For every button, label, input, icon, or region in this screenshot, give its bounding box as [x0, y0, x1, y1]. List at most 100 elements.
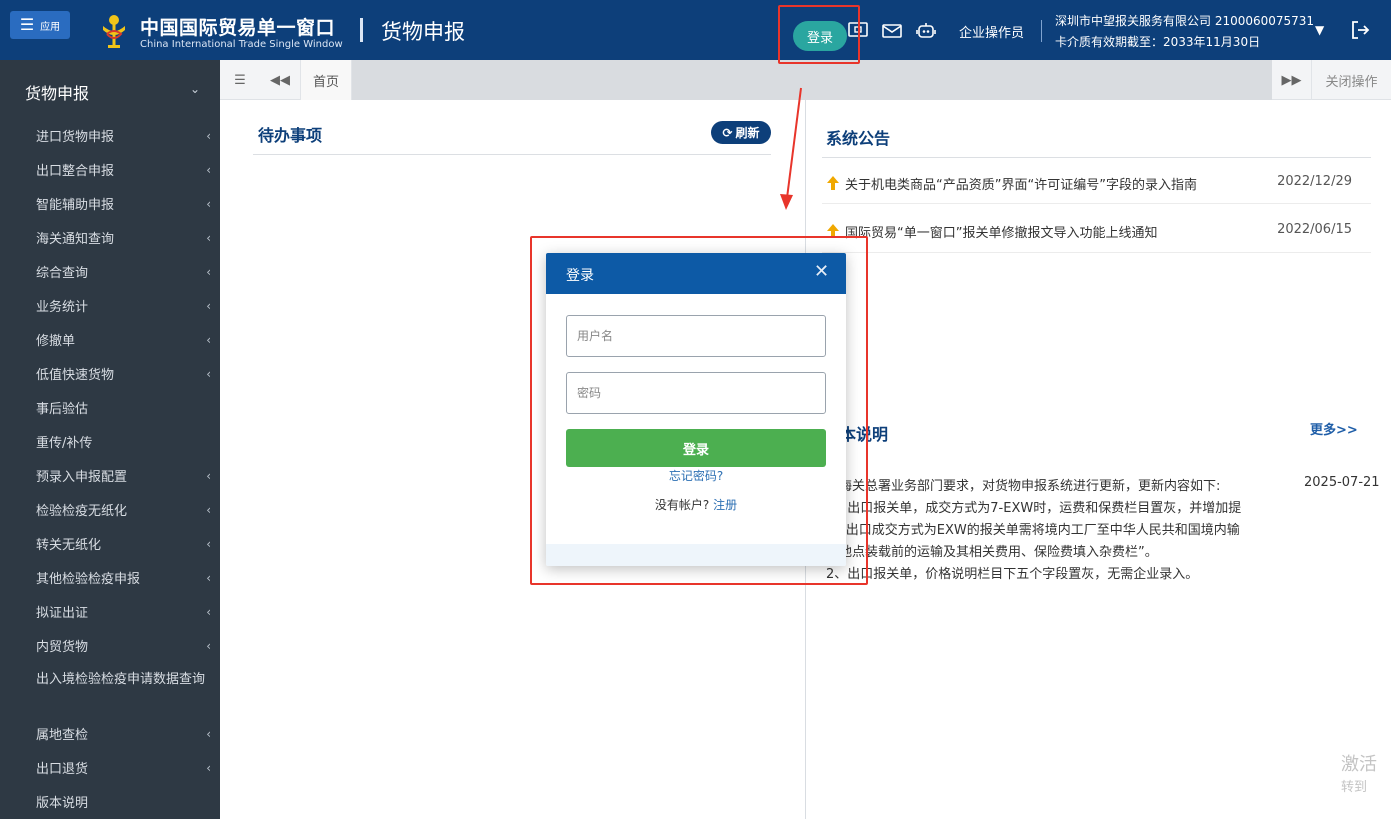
sidebar-item[interactable]: 综合查询 ‹ [36, 262, 211, 282]
notice-text: 关于机电类商品“产品资质”界面“许可证编号”字段的录入指南 [845, 178, 1197, 193]
version-line: 1、出口报关单，成交方式为7-EXW时，运费和保费栏目置灰，并增加提 [826, 501, 1242, 516]
notice-divider [822, 157, 1371, 158]
chevron-left-icon: ‹ [206, 638, 211, 653]
sidebar-item[interactable]: 出口整合申报 ‹ [36, 160, 211, 180]
highlight-box-login-button [778, 5, 860, 64]
app-menu-button[interactable]: ☰ 应用 [10, 11, 70, 39]
version-line: 据海关总署业务部门要求，对货物申报系统进行更新，更新内容如下: [826, 479, 1221, 494]
sidebar-title[interactable]: 货物申报 [25, 80, 89, 104]
sidebar-item-label: 出入境检验检疫申请数据查询 [36, 672, 206, 687]
menu-icon: ☰ [19, 15, 35, 34]
chevron-left-icon: ‹ [206, 366, 211, 381]
sidebar-item-label: 内贸货物 [36, 640, 89, 655]
refresh-button[interactable]: ⟳ 刷新 [711, 121, 771, 144]
user-role-label[interactable]: 企业操作员 [959, 22, 1024, 41]
sidebar-item[interactable]: 版本说明 [36, 792, 211, 811]
scroll-left-icon[interactable]: ◀◀ [260, 60, 300, 100]
app-menu-label: 应用 [40, 21, 61, 33]
activation-watermark: 激活 [1341, 754, 1377, 775]
more-link[interactable]: 更多>> [1310, 419, 1358, 438]
sidebar-item-label: 智能辅助申报 [36, 198, 115, 213]
sidebar-item-label: 其他检验检疫申报 [36, 572, 141, 587]
sidebar-item[interactable]: 出入境检验检疫申请数据查询 [36, 670, 211, 690]
refresh-icon: ⟳ [722, 125, 733, 140]
chevron-left-icon: ‹ [206, 162, 211, 177]
sidebar-item-label: 海关通知查询 [36, 232, 115, 247]
sidebar-item-label: 出口退货 [36, 762, 89, 777]
chevron-left-icon: ‹ [206, 502, 211, 517]
notice-text: 国际贸易“单一窗口”报关单修撤报文导入功能上线通知 [845, 226, 1158, 241]
todo-divider [253, 154, 771, 155]
todo-title: 待办事项 [258, 126, 323, 145]
chevron-left-icon: ‹ [206, 536, 211, 551]
sidebar-item-label: 属地查检 [36, 728, 89, 743]
notice-date: 2022/12/29 [1277, 174, 1352, 189]
sidebar-item-label: 预录入申报配置 [36, 470, 128, 485]
mail-icon[interactable] [882, 22, 902, 40]
sidebar-item[interactable]: 低值快速货物 ‹ [36, 364, 211, 384]
sidebar: 货物申报 ⌄ 进口货物申报 ‹ 出口整合申报 ‹ 智能辅助申报 ‹ 海关通知查询 ‹ 综合查询 ‹… [0, 60, 220, 819]
refresh-label: 刷新 [735, 126, 760, 140]
activation-watermark-sub: 转到 [1341, 780, 1368, 795]
sidebar-item-label: 重传/补传 [36, 436, 93, 451]
card-validity: 卡介质有效期截至：2033年11月30日 [1055, 35, 1261, 49]
notice-row-divider [822, 252, 1371, 253]
collapse-menu-icon[interactable]: ☰ [220, 60, 260, 100]
sidebar-item-label: 业务统计 [36, 300, 89, 315]
sidebar-item[interactable]: 进口货物申报 ‹ [36, 126, 211, 146]
notice-row-divider [822, 203, 1371, 204]
header-separator [1041, 20, 1042, 42]
page-title: 货物申报 [381, 20, 465, 44]
sidebar-item[interactable]: 海关通知查询 ‹ [36, 228, 211, 248]
chevron-left-icon: ‹ [206, 196, 211, 211]
sidebar-item[interactable]: 内贸货物 ‹ [36, 636, 211, 656]
chevron-left-icon: ‹ [206, 298, 211, 313]
sidebar-item[interactable]: 拟证出证 ‹ [36, 602, 211, 622]
sidebar-item-label: 事后验估 [36, 402, 89, 417]
notice-title: 系统公告 [826, 129, 891, 148]
sidebar-item[interactable]: 其他检验检疫申报 ‹ [36, 568, 211, 588]
sidebar-item[interactable]: 检验检疫无纸化 ‹ [36, 500, 211, 520]
sidebar-item[interactable]: 重传/补传 [36, 432, 211, 451]
version-date: 2025-07-21 [1304, 475, 1380, 490]
sidebar-item[interactable]: 修撤单 ‹ [36, 330, 211, 350]
sidebar-item[interactable]: 业务统计 ‹ [36, 296, 211, 316]
tab-home[interactable]: 首页 [300, 60, 352, 100]
chevron-left-icon: ‹ [206, 604, 211, 619]
logo-title-cn: 中国国际贸易单一窗口 [140, 17, 336, 39]
sidebar-item-label: 进口货物申报 [36, 130, 115, 145]
version-line: 2、出口报关单，价格说明栏目下五个字段置灰，无需企业录入。 [826, 567, 1199, 582]
chevron-left-icon: ‹ [206, 332, 211, 347]
sidebar-item[interactable]: 属地查检 ‹ [36, 724, 211, 744]
pinned-up-icon [827, 176, 839, 190]
sidebar-item[interactable]: 预录入申报配置 ‹ [36, 466, 211, 486]
notice-item[interactable]: 国际贸易“单一窗口”报关单修撤报文导入功能上线通知 2022/06/15 [826, 222, 1352, 241]
chevron-down-icon[interactable]: ⌄ [190, 82, 200, 96]
version-line: 出地点装载前的运输及其相关费用、保险费填入杂费栏”。 [826, 545, 1158, 560]
version-line: 示“出口成交方式为EXW的报关单需将境内工厂至中华人民共和国境内输 [826, 523, 1240, 538]
header-divider [360, 18, 363, 42]
sidebar-item[interactable]: 出口退货 ‹ [36, 758, 211, 778]
chevron-left-icon: ‹ [206, 570, 211, 585]
highlight-box-login-dialog [530, 236, 868, 585]
sidebar-item[interactable]: 转关无纸化 ‹ [36, 534, 211, 554]
chevron-down-icon[interactable]: ▼ [1315, 23, 1324, 37]
sidebar-item[interactable]: 事后验估 [36, 398, 211, 417]
sidebar-item-label: 版本说明 [36, 796, 89, 811]
close-operations-button[interactable]: 关闭操作 [1311, 60, 1391, 100]
chevron-left-icon: ‹ [206, 726, 211, 741]
chevron-left-icon: ‹ [206, 128, 211, 143]
tab-bar: ☰ ◀◀ 首页 ▶▶ 关闭操作 [220, 60, 1391, 100]
scroll-right-icon[interactable]: ▶▶ [1272, 60, 1311, 100]
notice-date: 2022/06/15 [1277, 222, 1352, 237]
chevron-left-icon: ‹ [206, 230, 211, 245]
robot-icon[interactable] [916, 22, 936, 40]
notice-item[interactable]: 关于机电类商品“产品资质”界面“许可证编号”字段的录入指南 2022/12/29 [826, 174, 1352, 193]
sidebar-item[interactable]: 智能辅助申报 ‹ [36, 194, 211, 214]
logout-icon[interactable] [1350, 20, 1370, 40]
chevron-left-icon: ‹ [206, 264, 211, 279]
sidebar-item-label: 综合查询 [36, 266, 89, 281]
top-header: ☰ 应用 中国国际贸易单一窗口 China International Trad… [0, 0, 1391, 60]
sidebar-item-label: 修撤单 [36, 334, 76, 349]
logo-title-en: China International Trade Single Window [140, 39, 343, 50]
